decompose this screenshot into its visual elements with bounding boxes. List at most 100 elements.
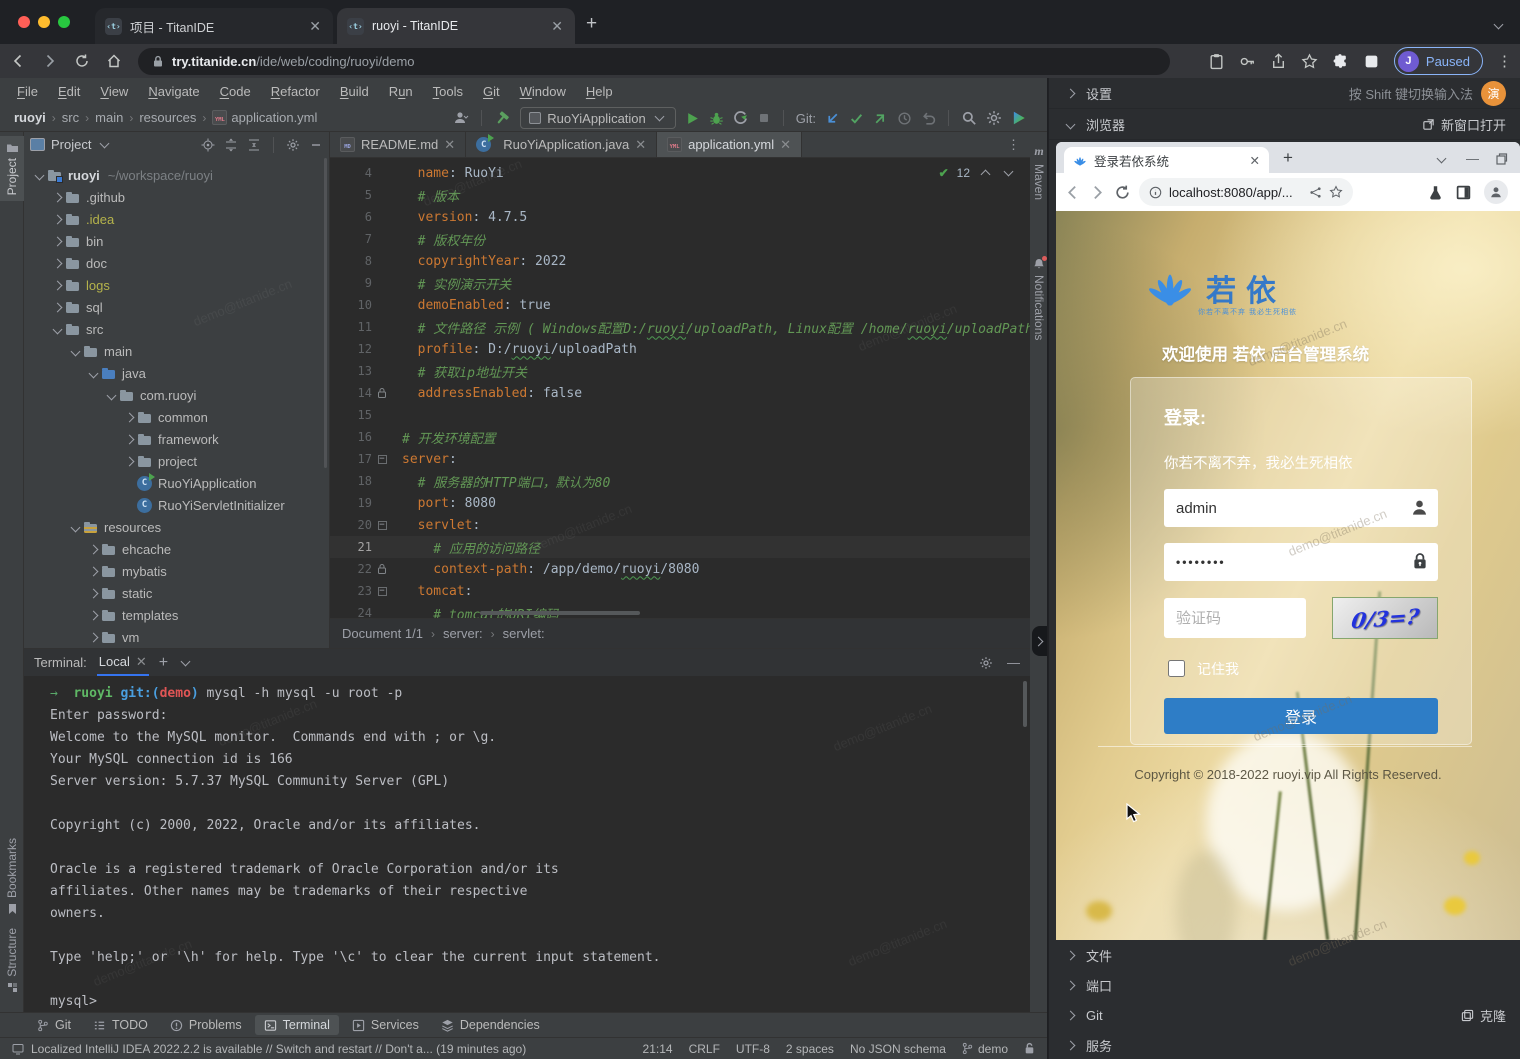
toolwindow-terminal[interactable]: Terminal: [255, 1015, 339, 1035]
reload-icon[interactable]: [68, 47, 96, 75]
tree-scrollbar[interactable]: [324, 158, 327, 468]
tree-item-ruoyiapplication[interactable]: CRuoYiApplication: [24, 472, 329, 494]
terminal-settings-icon[interactable]: [979, 656, 993, 670]
embedded-tab-close-icon[interactable]: ✕: [1250, 153, 1260, 168]
inspections-widget[interactable]: ✔ 12: [939, 166, 1016, 180]
open-new-window-button[interactable]: 新窗口打开: [1422, 115, 1506, 134]
tree-chevron-icon[interactable]: [53, 192, 63, 202]
breadcrumb-item[interactable]: ruoyi: [14, 110, 46, 125]
terminal-tab-close-icon[interactable]: ✕: [136, 654, 147, 670]
tree-chevron-icon[interactable]: [89, 544, 99, 554]
tree-chevron-icon[interactable]: [89, 632, 99, 642]
maximize-window-icon[interactable]: [58, 16, 70, 28]
profile-button[interactable]: J Paused: [1394, 47, 1483, 75]
tree-item-project[interactable]: project: [24, 450, 329, 472]
menu-run[interactable]: Run: [380, 81, 422, 102]
tab-close-icon[interactable]: ✕: [307, 18, 323, 35]
editor-tab-close-icon[interactable]: ✕: [780, 137, 791, 153]
embedded-reload-icon[interactable]: [1114, 184, 1131, 201]
home-icon[interactable]: [100, 47, 128, 75]
tree-item-common[interactable]: common: [24, 406, 329, 428]
code-line-4[interactable]: 4 name: RuoYi: [330, 162, 1030, 184]
code-line-14[interactable]: 14 addressEnabled: false: [330, 382, 1030, 404]
browser-menu-icon[interactable]: ⋮: [1497, 52, 1512, 70]
window-controls[interactable]: [18, 16, 70, 28]
embedded-back-icon[interactable]: [1064, 184, 1081, 201]
password-field[interactable]: [1164, 543, 1438, 581]
remember-checkbox[interactable]: [1168, 660, 1185, 677]
tree-item-java[interactable]: java: [24, 362, 329, 384]
tree-chevron-icon[interactable]: [71, 522, 81, 532]
tree-chevron-icon[interactable]: [107, 390, 117, 400]
tree-item-ehcache[interactable]: ehcache: [24, 538, 329, 560]
tree-chevron-icon[interactable]: [125, 412, 135, 422]
settings-gear-icon[interactable]: [986, 110, 1002, 126]
embedded-bookmark-star-icon[interactable]: [1329, 185, 1343, 199]
password-key-icon[interactable]: [1239, 53, 1256, 70]
beaker-icon[interactable]: [1428, 185, 1443, 200]
code-line-12[interactable]: 12 profile: D:/ruoyi/uploadPath: [330, 338, 1030, 360]
section-browser[interactable]: 浏览器 新窗口打开: [1049, 109, 1520, 140]
tree-chevron-icon[interactable]: [53, 214, 63, 224]
tree-chevron-icon[interactable]: [89, 588, 99, 598]
editor-tab-application-yml[interactable]: YMLapplication.yml✕: [657, 132, 802, 157]
tree-item-ruoyiservletinitializer[interactable]: CRuoYiServletInitializer: [24, 494, 329, 516]
captcha-input[interactable]: [1164, 598, 1306, 638]
menu-git[interactable]: Git: [474, 81, 509, 102]
tree-item-static[interactable]: static: [24, 582, 329, 604]
username-input[interactable]: [1164, 489, 1438, 527]
demo-badge[interactable]: 演: [1481, 81, 1506, 106]
menu-navigate[interactable]: Navigate: [139, 81, 208, 102]
extensions-puzzle-icon[interactable]: [1332, 53, 1349, 70]
indent[interactable]: 2 spaces: [786, 1042, 834, 1056]
back-icon[interactable]: [4, 47, 32, 75]
git-push-icon[interactable]: [873, 111, 888, 126]
tree-chevron-icon[interactable]: [89, 610, 99, 620]
gutter-icon[interactable]: −: [376, 519, 388, 531]
code-line-21[interactable]: 21 # 应用的访问路径: [330, 536, 1030, 558]
readonly-lock-icon[interactable]: [1024, 1042, 1035, 1055]
tree-item-sql[interactable]: sql: [24, 296, 329, 318]
new-terminal-icon[interactable]: +: [159, 654, 168, 672]
code-line-10[interactable]: 10 demoEnabled: true: [330, 294, 1030, 316]
editor-tab-close-icon[interactable]: ✕: [444, 137, 455, 153]
editor-tab-options-icon[interactable]: ⋮: [1007, 132, 1030, 157]
panel-settings-gear-icon[interactable]: [286, 138, 300, 152]
breadcrumb-item[interactable]: src: [62, 110, 79, 125]
tree-item-ruoyi[interactable]: ruoyi~/workspace/ruoyi: [24, 164, 329, 186]
embedded-tab[interactable]: 登录若依系统 ✕: [1064, 147, 1269, 173]
code-line-11[interactable]: 11 # 文件路径 示例 ( Windows配置D:/ruoyi/uploadP…: [330, 316, 1030, 338]
status-message[interactable]: Localized IntelliJ IDEA 2022.2.2 is avai…: [12, 1042, 526, 1056]
menu-build[interactable]: Build: [331, 81, 378, 102]
close-window-icon[interactable]: [18, 16, 30, 28]
line-endings[interactable]: CRLF: [689, 1042, 720, 1056]
tree-item--idea[interactable]: .idea: [24, 208, 329, 230]
section-services[interactable]: 服务: [1049, 1030, 1520, 1059]
hide-panel-icon[interactable]: [309, 138, 323, 152]
debug-icon[interactable]: [709, 111, 724, 126]
run-icon[interactable]: [685, 111, 700, 126]
username-field[interactable]: [1164, 489, 1438, 527]
menu-view[interactable]: View: [91, 81, 137, 102]
tree-chevron-icon[interactable]: [125, 434, 135, 444]
build-hammer-icon[interactable]: [494, 110, 511, 127]
tool-button-maven[interactable]: m Maven: [1030, 138, 1048, 206]
tree-item-mybatis[interactable]: mybatis: [24, 560, 329, 582]
menu-edit[interactable]: Edit: [49, 81, 89, 102]
embedded-profile-icon[interactable]: [1484, 180, 1508, 204]
bookmark-star-icon[interactable]: [1301, 53, 1318, 70]
clone-button[interactable]: 克隆: [1461, 1006, 1506, 1025]
editor-breadcrumb-item[interactable]: servlet:: [503, 626, 545, 641]
forward-icon[interactable]: [36, 47, 64, 75]
code-editor[interactable]: ✔ 12 4 name: RuoYi5 # 版本6 version: 4.7.5…: [330, 158, 1030, 618]
assistant-icon[interactable]: [1011, 110, 1027, 126]
breadcrumb-item[interactable]: YMLapplication.yml: [212, 110, 317, 125]
tree-item-vm[interactable]: vm: [24, 626, 329, 648]
code-line-19[interactable]: 19 port: 8080: [330, 492, 1030, 514]
browser-tab-2[interactable]: ‹t› ruoyi - TitanIDE ✕: [337, 8, 575, 44]
terminal-minimize-icon[interactable]: —: [1007, 655, 1020, 670]
code-line-23[interactable]: 23− tomcat:: [330, 580, 1030, 602]
search-everywhere-icon[interactable]: [961, 110, 977, 126]
run-configuration-select[interactable]: RuoYiApplication: [520, 107, 676, 129]
tree-item-logs[interactable]: logs: [24, 274, 329, 296]
